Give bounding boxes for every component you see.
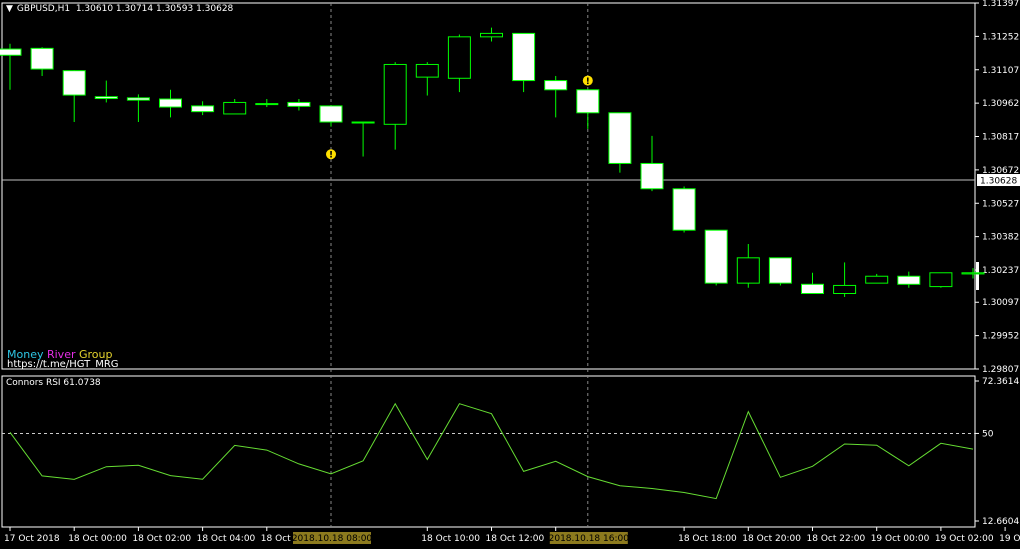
candle-bearish bbox=[94, 96, 118, 100]
price-tick-label: 1.30382 bbox=[982, 233, 1019, 243]
price-tick-label: 1.30962 bbox=[982, 99, 1019, 109]
candle-bearish bbox=[897, 275, 921, 285]
price-tick-label: 1.31397 bbox=[982, 0, 1019, 9]
time-tick-label: 18 Oct 02:00 bbox=[132, 534, 191, 544]
candle-bearish bbox=[191, 105, 215, 113]
candle-bearish bbox=[319, 105, 343, 123]
candle-bearish bbox=[801, 283, 824, 294]
alert-marker-glyph: ! bbox=[586, 77, 590, 87]
price-tick-label: 1.31252 bbox=[982, 32, 1019, 42]
candle-bearish bbox=[62, 70, 86, 96]
current-price-label: 1.30628 bbox=[980, 177, 1017, 187]
candle-bullish bbox=[415, 63, 439, 78]
time-tick-label: 19 Oct 04:00 bbox=[999, 534, 1020, 544]
candle-bullish bbox=[351, 121, 375, 124]
candle-bullish bbox=[480, 32, 503, 38]
price-tick-label: 1.30237 bbox=[982, 266, 1019, 276]
candle-bullish bbox=[447, 36, 471, 79]
candle-bullish bbox=[223, 101, 247, 115]
indicator-label: Connors RSI 61.0738 bbox=[6, 378, 101, 388]
candle-bearish bbox=[30, 47, 54, 70]
alert-marker-glyph: ! bbox=[329, 151, 333, 161]
candle-bearish bbox=[608, 112, 632, 164]
time-tick-label: 18 Oct 18:00 bbox=[678, 534, 737, 544]
rsi-tick-label: 72.3614 bbox=[982, 377, 1019, 387]
candle-bullish bbox=[736, 257, 760, 284]
time-tick-label: 18 Oct 10:00 bbox=[421, 534, 480, 544]
candle-bearish bbox=[576, 89, 600, 114]
price-tick-label: 1.30527 bbox=[982, 199, 1019, 209]
candle-bearish bbox=[544, 80, 568, 91]
chart-canvas[interactable]: 1.31397 1.31252 1.31107 1.30962 1.30817 1.306… bbox=[0, 0, 1020, 549]
candle-bullish bbox=[929, 272, 953, 288]
scroll-handle bbox=[976, 262, 979, 290]
rsi-tick-label: 12.6604 bbox=[982, 517, 1019, 527]
price-pane-frame bbox=[1, 2, 976, 370]
price-tick-label: 1.31107 bbox=[982, 66, 1019, 76]
time-tick-label: 18 Oct 12:00 bbox=[486, 534, 545, 544]
rsi-pane-frame bbox=[1, 375, 976, 528]
price-tick-label: 1.29952 bbox=[982, 332, 1019, 342]
price-tick-label: 1.29807 bbox=[982, 365, 1019, 375]
candle-bearish bbox=[512, 32, 536, 82]
time-tick-label: 18 Oct 04:00 bbox=[197, 534, 256, 544]
price-tick-label: 1.30097 bbox=[982, 298, 1019, 308]
brand-url[interactable]: https://t.me/HGT_MRG bbox=[7, 359, 119, 370]
chart-header: ▼ GBPUSD,H1 1.30610 1.30714 1.30593 1.306… bbox=[6, 4, 233, 14]
candle-bearish bbox=[0, 48, 22, 56]
rsi-series-line bbox=[9, 402, 974, 500]
candle-bullish bbox=[833, 284, 857, 294]
time-tick-label: 18 Oct 20:00 bbox=[742, 534, 801, 544]
candle-bullish bbox=[865, 275, 889, 284]
crosshair-time-label: 2018.10.18 16:00 bbox=[549, 534, 630, 544]
time-tick-label: 18 Oct 00:00 bbox=[68, 534, 127, 544]
candle-bearish bbox=[126, 97, 150, 101]
candle-bullish bbox=[961, 272, 985, 275]
ohlc-values: 1.30610 1.30714 1.30593 1.30628 bbox=[75, 4, 234, 14]
candle-bearish bbox=[672, 188, 696, 231]
candle-bearish bbox=[159, 98, 182, 108]
time-tick-label: 18 Oct 22:00 bbox=[807, 534, 866, 544]
time-tick-label: 19 Oct 02:00 bbox=[935, 534, 994, 544]
symbol-label: GBPUSD,H1 bbox=[16, 4, 71, 14]
candle-bearish bbox=[704, 229, 728, 284]
candle-bullish bbox=[383, 63, 407, 125]
time-tick-label: 17 Oct 2018 bbox=[4, 534, 60, 544]
time-tick-label: 19 Oct 00:00 bbox=[871, 534, 930, 544]
triangle-down-icon[interactable]: ▼ bbox=[6, 4, 13, 14]
crosshair-time-label: 2018.10.18 08:00 bbox=[292, 534, 373, 544]
candle-bearish bbox=[640, 162, 664, 190]
candle-bearish bbox=[287, 101, 311, 107]
price-tick-label: 1.30817 bbox=[982, 133, 1019, 143]
rsi-tick-label: 50 bbox=[982, 429, 994, 439]
candle-bullish bbox=[255, 103, 279, 106]
candle-bearish bbox=[768, 257, 792, 284]
